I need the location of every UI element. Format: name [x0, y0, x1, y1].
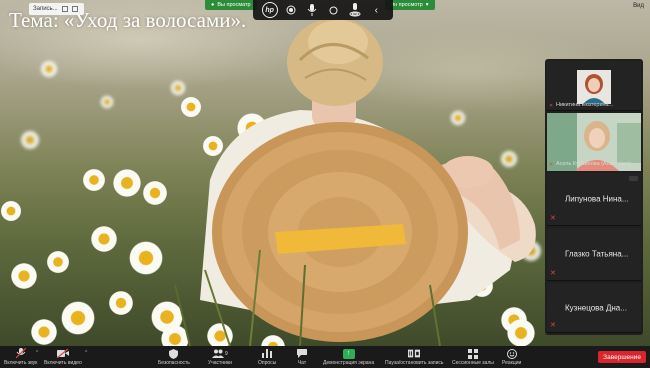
view-button[interactable]: Вид	[633, 3, 644, 9]
mic-off-icon	[15, 348, 27, 359]
caret-up-icon[interactable]: ^	[85, 350, 87, 356]
reactions-button[interactable]: Реакции	[502, 348, 521, 366]
shield-icon	[168, 348, 180, 359]
chat-label: Чат	[297, 360, 307, 366]
view-only-label: Вы просматр	[217, 2, 251, 8]
poll-chart-icon	[261, 348, 273, 359]
more-options-icon[interactable]	[629, 176, 638, 181]
participant-avatar	[577, 70, 611, 104]
meeting-toolbar: Включить звук ^ Включить видео ^ Безопас…	[0, 346, 650, 368]
record-dot-icon[interactable]	[283, 2, 299, 18]
share-screen-button[interactable]: ↑ Демонстрация экрана	[323, 348, 374, 366]
participant-tile[interactable]: ✕ Глазко Татьяна...	[547, 228, 641, 281]
view-only-indicator[interactable]: ● Вы просматр	[205, 0, 257, 10]
muted-mic-icon: ✕	[549, 103, 554, 109]
breakout-rooms-button[interactable]: Сессионные залы	[452, 348, 494, 366]
participants-label: Участники	[208, 360, 232, 366]
polls-button[interactable]: Опросы	[258, 348, 276, 366]
muted-mic-icon: ✕	[550, 270, 556, 277]
window-icon[interactable]	[71, 6, 78, 12]
caret-up-icon[interactable]: ^	[36, 350, 38, 356]
participant-tile[interactable]: ✕ Никитина Екатерина...	[547, 61, 641, 111]
hp-logo-icon[interactable]: hp	[261, 2, 278, 18]
start-video-button[interactable]: Включить видео	[44, 348, 82, 366]
participants-button[interactable]: 9 Участники	[208, 348, 232, 366]
unmute-button[interactable]: Включить звук	[4, 348, 37, 366]
muted-mic-icon: ✕	[550, 322, 556, 329]
people-icon: 9	[209, 348, 231, 359]
minimize-icon[interactable]	[61, 6, 68, 12]
chat-button[interactable]: Чат	[296, 348, 308, 366]
security-button[interactable]: Безопасность	[158, 348, 190, 366]
status-dot-icon: ●	[211, 2, 215, 8]
participant-name: Кузнецова Дна...	[565, 303, 627, 312]
participant-name: Никитина Екатерина...	[556, 102, 614, 108]
breakout-rooms-icon	[467, 348, 479, 359]
spotlight-icon[interactable]	[347, 2, 363, 18]
end-meeting-button[interactable]: Завершение	[598, 351, 646, 363]
floating-toolbar: hp ‹	[253, 0, 393, 20]
share-screen-icon: ↑	[342, 348, 355, 359]
breakout-rooms-label: Сессионные залы	[452, 360, 494, 366]
smiley-icon	[506, 348, 518, 359]
participants-count: 9	[225, 350, 228, 357]
pause-stop-icon	[408, 348, 421, 359]
pause-stop-recording-button[interactable]: Пауза/остановить запись	[385, 348, 444, 366]
share-screen-label: Демонстрация экрана	[323, 360, 375, 366]
circle-icon[interactable]	[326, 2, 342, 18]
participant-tile[interactable]: ✕ Кузнецова Дна...	[547, 283, 641, 333]
view-options-label: йн просмотр	[391, 2, 423, 8]
participant-name: Асель Кусаинова (Ассистент)	[556, 161, 631, 167]
security-label: Безопасность	[158, 360, 190, 366]
muted-mic-icon: ✕	[550, 215, 556, 222]
muted-mic-icon: ✕	[549, 162, 554, 168]
participant-tile-active[interactable]: ✕ Асель Кусаинова (Ассистент)	[547, 113, 641, 171]
recording-label: Запись...	[33, 6, 58, 12]
chevron-down-icon: ▾	[425, 2, 429, 8]
participant-name: Липунова Нина...	[565, 194, 629, 204]
recording-indicator[interactable]: Запись...	[29, 3, 84, 15]
reactions-label: Реакции	[502, 360, 522, 366]
unmute-label: Включить звук	[4, 360, 38, 366]
polls-label: Опросы	[258, 360, 277, 366]
chat-bubble-icon	[296, 348, 308, 359]
chevron-left-icon[interactable]: ‹	[368, 2, 384, 18]
participant-name: Глазко Татьяна...	[565, 249, 629, 259]
start-video-label: Включить видео	[44, 360, 82, 366]
pause-stop-recording-label: Пауза/остановить запись	[385, 360, 444, 366]
participants-panel: ✕ Никитина Екатерина... ✕ Асель Кусаинов…	[545, 59, 643, 335]
video-off-icon	[56, 348, 69, 359]
participant-tile[interactable]: ✕ Липунова Нина...	[547, 173, 641, 226]
microphone-icon[interactable]	[304, 2, 320, 18]
